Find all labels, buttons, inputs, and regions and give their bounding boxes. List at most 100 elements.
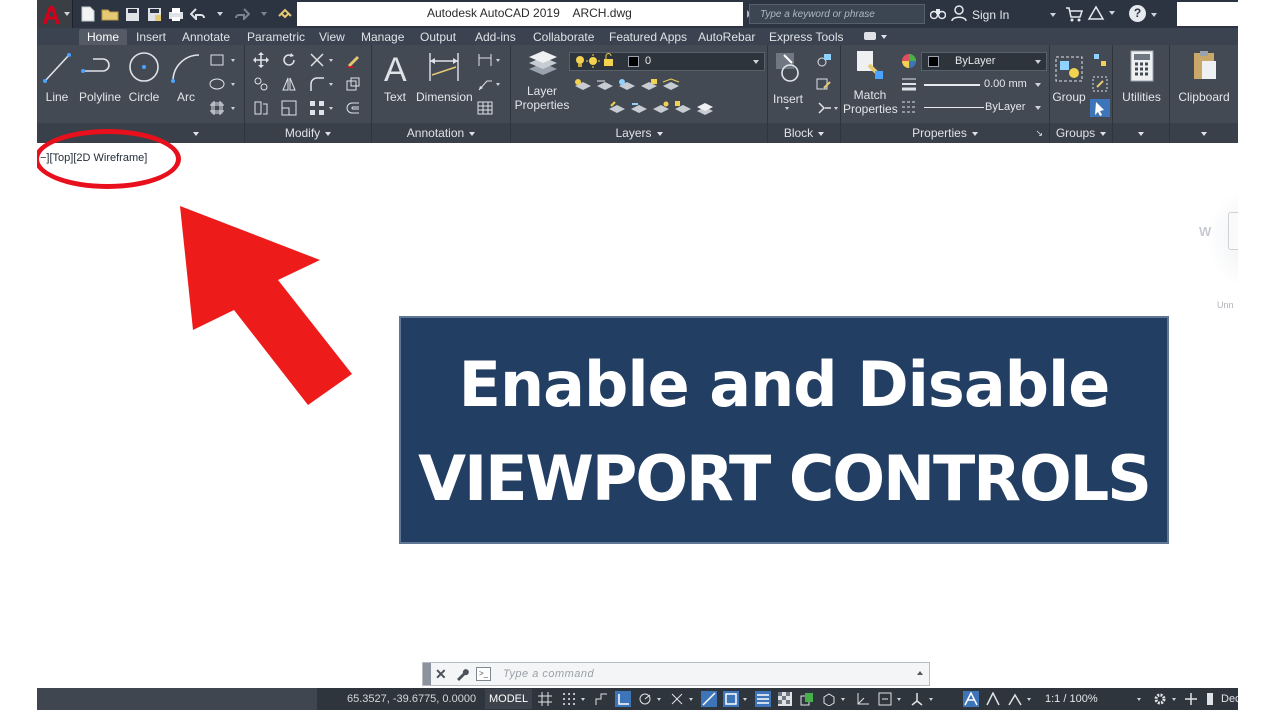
- units-label[interactable]: Decima: [1221, 693, 1238, 705]
- ungroup-icon[interactable]: [1090, 51, 1110, 69]
- layer-change-icon[interactable]: [607, 99, 627, 117]
- annotation-visibility-icon[interactable]: [963, 691, 979, 707]
- coordinate-readout[interactable]: 65.3527, -39.6775, 0.0000: [347, 693, 476, 705]
- lineweight-icon[interactable]: [899, 75, 919, 93]
- close-icon[interactable]: ✕: [435, 666, 447, 683]
- layer-thaw-icon[interactable]: [673, 99, 693, 117]
- workspace-gear-icon[interactable]: [1152, 691, 1168, 707]
- tab-featured-apps[interactable]: Featured Apps: [609, 29, 687, 45]
- shopping-cart-icon[interactable]: [1065, 6, 1084, 27]
- wcs-menu-label[interactable]: Unn: [1217, 300, 1234, 310]
- auto-scale-icon[interactable]: [985, 691, 1001, 707]
- erase-icon[interactable]: [343, 51, 363, 69]
- redo-dropdown-icon[interactable]: [255, 5, 273, 23]
- layer-lock-icon[interactable]: [639, 76, 659, 94]
- binoculars-search-icon[interactable]: [929, 6, 947, 25]
- annotation-panel-title[interactable]: Annotation: [372, 123, 510, 143]
- undo-dropdown-icon[interactable]: [211, 5, 229, 23]
- tab-collaborate[interactable]: Collaborate: [533, 29, 594, 45]
- annotation-scale-icon[interactable]: [1007, 691, 1023, 707]
- modify-panel-title[interactable]: Modify: [245, 123, 371, 143]
- sign-in-link[interactable]: Sign In: [972, 8, 1009, 22]
- wrench-customize-icon[interactable]: [455, 667, 469, 686]
- hatch-icon[interactable]: [207, 75, 227, 93]
- group-selection-icon[interactable]: [1090, 99, 1110, 117]
- utilities-button[interactable]: Utilities: [1115, 49, 1168, 104]
- copy-icon[interactable]: [251, 75, 271, 93]
- application-menu-button[interactable]: A: [37, 0, 73, 30]
- help-icon[interactable]: ?: [1129, 5, 1146, 22]
- polar-tracking-icon[interactable]: [637, 691, 653, 707]
- selection-cycling-icon[interactable]: [799, 691, 815, 707]
- insert-block-button[interactable]: Insert: [770, 49, 806, 110]
- transparency-icon[interactable]: [777, 691, 793, 707]
- table-grid-icon[interactable]: [475, 99, 495, 117]
- model-space-button[interactable]: MODEL: [485, 689, 533, 709]
- layer-walk-icon[interactable]: [629, 99, 649, 117]
- array-icon[interactable]: [307, 99, 327, 117]
- layers-panel-title[interactable]: Layers: [511, 123, 767, 143]
- layer-merge-icon[interactable]: [695, 99, 715, 117]
- command-prompt-icon[interactable]: >_: [476, 667, 491, 681]
- annotation-scale-value[interactable]: 1:1 / 100%: [1045, 693, 1098, 705]
- leader-icon[interactable]: [475, 75, 495, 93]
- table-icon[interactable]: [207, 99, 227, 117]
- new-file-icon[interactable]: [79, 5, 97, 23]
- circle-tool-button[interactable]: Circle: [127, 49, 161, 104]
- viewcube-compass-label[interactable]: W: [1199, 224, 1211, 239]
- viewcube-icon[interactable]: [1228, 212, 1238, 250]
- group-edit-icon[interactable]: [1090, 75, 1110, 93]
- mirror-icon[interactable]: [279, 75, 299, 93]
- tab-insert[interactable]: Insert: [136, 29, 166, 45]
- block-panel-title[interactable]: Block: [768, 123, 840, 143]
- groups-panel-title[interactable]: Groups: [1050, 123, 1112, 143]
- tab-home[interactable]: Home: [79, 29, 128, 45]
- dynamic-ucs-icon[interactable]: [855, 691, 871, 707]
- text-tool-button[interactable]: A Text: [376, 49, 414, 104]
- layer-properties-button[interactable]: Layer Properties: [513, 49, 571, 112]
- match-properties-button[interactable]: Match Properties: [843, 49, 898, 116]
- ribbon-minimize-toggle-icon[interactable]: [864, 32, 876, 40]
- explode-icon[interactable]: [343, 75, 363, 93]
- layer-match-icon[interactable]: [661, 76, 681, 94]
- plot-printer-icon[interactable]: [167, 5, 185, 23]
- arc-tool-button[interactable]: Arc: [169, 49, 203, 104]
- redo-icon[interactable]: [233, 5, 251, 23]
- tab-autorebar[interactable]: AutoRebar: [698, 29, 755, 45]
- lineweight-display-icon[interactable]: [755, 691, 771, 707]
- infer-constraints-icon[interactable]: [593, 691, 609, 707]
- layer-dropdown[interactable]: 0: [569, 52, 765, 71]
- tab-express-tools[interactable]: Express Tools: [769, 29, 843, 45]
- fillet-icon[interactable]: [307, 75, 327, 93]
- line-tool-button[interactable]: Line: [41, 49, 73, 104]
- command-input[interactable]: Type a command: [503, 668, 594, 680]
- layer-off-icon[interactable]: [595, 76, 615, 94]
- object-snap-icon[interactable]: [723, 691, 739, 707]
- rectangle-icon[interactable]: [207, 51, 227, 69]
- snap-icon[interactable]: [561, 691, 577, 707]
- ortho-icon[interactable]: [615, 691, 631, 707]
- command-line-grip[interactable]: [423, 663, 431, 685]
- save-icon[interactable]: [123, 5, 141, 23]
- gizmo-icon[interactable]: [909, 691, 925, 707]
- offset-icon[interactable]: [343, 99, 363, 117]
- stretch-icon[interactable]: [251, 99, 271, 117]
- scale-icon[interactable]: [279, 99, 299, 117]
- drawing-canvas[interactable]: −][Top][2D Wireframe] W Unn Enable and D…: [37, 129, 1238, 688]
- tab-add-ins[interactable]: Add-ins: [475, 29, 516, 45]
- 3d-osnap-icon[interactable]: [821, 691, 837, 707]
- tab-output[interactable]: Output: [420, 29, 456, 45]
- block-attribute-icon[interactable]: [814, 99, 834, 117]
- chevron-down-icon[interactable]: [881, 35, 887, 39]
- selection-filter-icon[interactable]: [877, 691, 893, 707]
- tab-manage[interactable]: Manage: [361, 29, 404, 45]
- linetype-icon[interactable]: [899, 98, 919, 116]
- create-block-icon[interactable]: [814, 51, 834, 69]
- layer-unisolate-icon[interactable]: [651, 99, 671, 117]
- share-icon[interactable]: [277, 5, 295, 23]
- lineweight-dropdown[interactable]: 0.00 mm: [921, 75, 1047, 94]
- chevron-down-icon[interactable]: [1151, 13, 1157, 17]
- utilities-panel-title[interactable]: [1113, 123, 1169, 143]
- tab-annotate[interactable]: Annotate: [182, 29, 230, 45]
- object-color-dropdown[interactable]: ByLayer: [921, 52, 1047, 71]
